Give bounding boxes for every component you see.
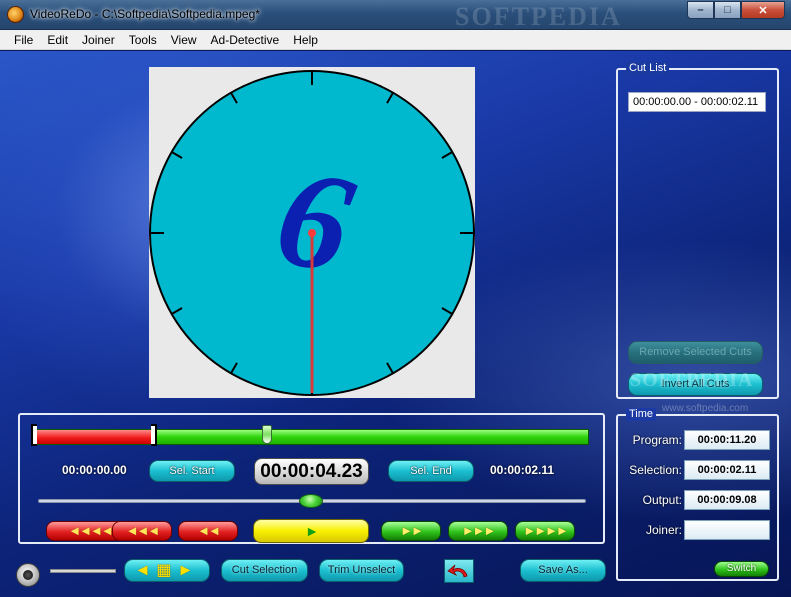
selection-end-marker[interactable] xyxy=(151,424,157,446)
cut-list-entry[interactable]: 00:00:00.00 - 00:00:02.11 xyxy=(628,92,766,112)
volume-slider[interactable] xyxy=(50,569,116,573)
sel-end-button[interactable]: Sel. End xyxy=(388,460,474,482)
rewind-fast-button[interactable]: ◄◄◄ xyxy=(112,521,172,541)
undo-arrow-icon xyxy=(447,564,468,578)
time-legend: Time xyxy=(626,408,657,421)
selection-time: 00:00:02.11 xyxy=(684,460,770,480)
softpedia-watermark-logo: SOFTPEDIA xyxy=(630,369,754,391)
minimize-button[interactable]: – xyxy=(687,1,714,19)
play-button[interactable]: ► xyxy=(253,519,369,543)
start-time: 00:00:00.00 xyxy=(62,463,127,477)
menu-ad-detective[interactable]: Ad-Detective xyxy=(204,33,287,47)
joiner-label: Joiner: xyxy=(645,523,682,537)
menu-help[interactable]: Help xyxy=(286,33,325,47)
remove-selected-cuts-button[interactable]: Remove Selected Cuts xyxy=(628,341,763,364)
speaker-icon[interactable] xyxy=(16,563,40,587)
main-area: 6 Cut List 00:00:00.00 - 00:00:02.11 Rem… xyxy=(0,51,791,597)
video-preview[interactable]: 6 xyxy=(149,67,475,398)
switch-button[interactable]: Switch xyxy=(714,561,769,577)
joiner-time xyxy=(684,520,770,540)
forward-fastest-button[interactable]: ►►►► xyxy=(515,521,575,541)
save-as-button[interactable]: Save As... xyxy=(520,559,606,582)
window-controls: – □ ✕ xyxy=(687,1,785,19)
window-title: VideoReDo - C:\Softpedia\Softpedia.mpeg* xyxy=(30,7,260,21)
app-icon xyxy=(7,6,24,23)
playhead-slider[interactable] xyxy=(262,425,272,444)
menu-joiner[interactable]: Joiner xyxy=(75,33,122,47)
time-panel: Time Program: 00:00:11.20 Selection: 00:… xyxy=(616,408,779,581)
scene-navigation-button[interactable]: ◄▦► xyxy=(124,559,210,582)
title-bar: VideoReDo - C:\Softpedia\Softpedia.mpeg*… xyxy=(0,0,791,31)
rewind-button[interactable]: ◄◄ xyxy=(178,521,238,541)
timeline-bar[interactable] xyxy=(34,429,589,445)
program-label: Program: xyxy=(632,433,682,447)
end-time: 00:00:02.11 xyxy=(490,463,555,477)
selection-label: Selection: xyxy=(629,463,682,477)
undo-button[interactable] xyxy=(444,559,474,583)
cut-list-panel: Cut List 00:00:00.00 - 00:00:02.11 Remov… xyxy=(616,62,779,399)
program-time: 00:00:11.20 xyxy=(684,430,770,450)
softpedia-watermark: SOFTPEDIA xyxy=(455,2,622,31)
output-time: 00:00:09.08 xyxy=(684,490,770,510)
forward-button[interactable]: ►► xyxy=(381,521,441,541)
timeline-panel: 00:00:00.00 Sel. Start 00:00:04.23 Sel. … xyxy=(18,413,605,544)
selection-start-marker[interactable] xyxy=(31,424,37,446)
forward-fast-button[interactable]: ►►► xyxy=(448,521,508,541)
menu-view[interactable]: View xyxy=(164,33,204,47)
trim-unselect-button[interactable]: Trim Unselect xyxy=(319,559,404,582)
clock-pivot xyxy=(308,229,316,237)
menu-tools[interactable]: Tools xyxy=(122,33,164,47)
menu-bar: File Edit Joiner Tools View Ad-Detective… xyxy=(0,30,791,50)
video-frame: 6 xyxy=(149,70,475,396)
current-time-display: 00:00:04.23 xyxy=(254,458,369,485)
cut-selection-button[interactable]: Cut Selection xyxy=(221,559,308,582)
cut-list-legend: Cut List xyxy=(626,62,670,75)
close-button[interactable]: ✕ xyxy=(741,1,785,19)
softpedia-watermark-url: www.softpedia.com xyxy=(662,403,749,414)
jog-slider-knob[interactable] xyxy=(299,494,323,508)
maximize-button[interactable]: □ xyxy=(714,1,741,19)
selection-region xyxy=(35,430,155,444)
menu-file[interactable]: File xyxy=(0,33,40,47)
output-label: Output: xyxy=(642,493,682,507)
sel-start-button[interactable]: Sel. Start xyxy=(149,460,235,482)
menu-edit[interactable]: Edit xyxy=(40,33,75,47)
